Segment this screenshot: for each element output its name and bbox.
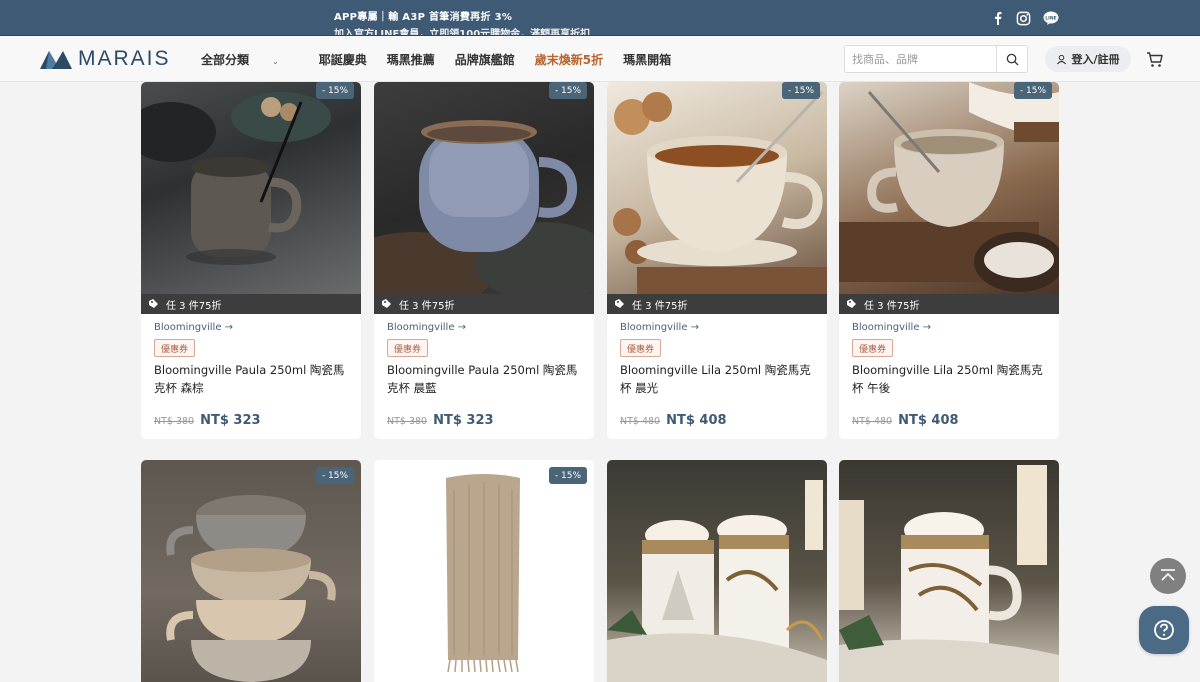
help-button[interactable]: [1139, 606, 1189, 654]
product-card[interactable]: [839, 460, 1059, 682]
discount-badge: - 15%: [316, 82, 354, 99]
brand-link[interactable]: Bloomingville →: [387, 322, 466, 333]
search-box: [844, 45, 1028, 73]
product-image[interactable]: [374, 82, 594, 312]
product-name[interactable]: Bloomingville Lila 250ml 陶瓷馬克杯 晨光: [620, 361, 818, 397]
brand-link[interactable]: Bloomingville →: [154, 322, 233, 333]
discount-badge: - 15%: [549, 82, 587, 99]
bundle-label: 任 3 件75折: [166, 300, 222, 312]
original-price: NT$ 380: [154, 416, 195, 427]
product-name[interactable]: Bloomingville Paula 250ml 陶瓷馬克杯 晨藍: [387, 361, 585, 397]
coupon-tag[interactable]: 優惠券: [620, 339, 662, 357]
product-card[interactable]: - 15%: [374, 460, 594, 682]
promo-text-next[interactable]: 加入官方LINE會員，立即領100元購物金，滿額再享折扣: [334, 25, 590, 35]
product-card[interactable]: [607, 460, 827, 682]
menu-unboxing[interactable]: 瑪黑開箱: [623, 51, 671, 68]
sale-price: NT$ 408: [898, 413, 959, 428]
line-icon[interactable]: LINE: [1043, 10, 1059, 26]
sale-price: NT$ 323: [433, 413, 494, 428]
product-image[interactable]: [607, 82, 827, 294]
search-input[interactable]: [845, 46, 997, 72]
bundle-offer[interactable]: 任 3 件75折: [374, 294, 594, 314]
original-price: NT$ 480: [620, 416, 661, 427]
menu-label: 全部分類: [201, 53, 250, 67]
logo-text: MARAIS: [78, 47, 171, 70]
tag-icon: [615, 299, 624, 308]
bundle-label: 任 3 件75折: [864, 300, 920, 312]
product-name[interactable]: Bloomingville Lila 250ml 陶瓷馬克杯 午後: [852, 361, 1050, 397]
search-button[interactable]: [996, 46, 1027, 72]
search-icon: [1006, 53, 1019, 66]
back-to-top-button[interactable]: [1150, 558, 1186, 594]
brand-link[interactable]: Bloomingville →: [620, 322, 699, 333]
brand-link[interactable]: Bloomingville →: [852, 322, 931, 333]
menu-year-end-sale[interactable]: 歲末煥新5折: [535, 51, 603, 68]
cart-icon[interactable]: [1146, 51, 1164, 68]
product-image[interactable]: [141, 460, 361, 682]
product-card[interactable]: - 15% 任 3 件75折 Bloomingville → 優惠券 Bloom…: [374, 82, 594, 439]
menu-brand-store[interactable]: 品牌旗艦館: [455, 51, 515, 68]
facebook-icon[interactable]: [990, 10, 1006, 26]
product-image[interactable]: [374, 460, 594, 682]
product-card[interactable]: - 15%: [141, 460, 361, 682]
sale-price: NT$ 408: [666, 413, 727, 428]
bundle-label: 任 3 件75折: [399, 300, 455, 312]
chevron-down-icon: ⌄: [272, 57, 279, 66]
product-name[interactable]: Bloomingville Paula 250ml 陶瓷馬克杯 森棕: [154, 361, 352, 397]
user-icon: [1057, 54, 1067, 64]
product-image[interactable]: [141, 82, 361, 294]
main-navbar: MARAIS 全部分類 ⌄ 耶誕慶典 瑪黑推薦 品牌旗艦館 歲末煥新5折 瑪黑開箱…: [0, 36, 1200, 82]
product-card[interactable]: - 15% 任 3 件75折 Bloomingville → 優惠券 Bloom…: [607, 82, 827, 439]
product-image[interactable]: [839, 460, 1059, 682]
discount-badge: - 15%: [316, 467, 354, 484]
svg-text:LINE: LINE: [1045, 15, 1056, 21]
menu-christmas[interactable]: 耶誕慶典: [319, 51, 367, 68]
product-image[interactable]: [839, 82, 1059, 294]
instagram-icon[interactable]: [1015, 10, 1031, 26]
login-label: 登入/註冊: [1071, 53, 1120, 66]
original-price: NT$ 380: [387, 416, 428, 427]
coupon-tag[interactable]: 優惠券: [154, 339, 196, 357]
promo-bar: APP專屬｜輸 A3P 首筆消費再折 3% 加入官方LINE會員，立即領100元…: [0, 0, 1200, 36]
tag-icon: [382, 299, 391, 308]
price-row: NT$ 380 NT$ 323: [387, 413, 494, 428]
original-price: NT$ 480: [852, 416, 893, 427]
arrow-up-icon: [1161, 569, 1175, 581]
tag-icon: [149, 299, 158, 308]
menu-all-categories[interactable]: 全部分類 ⌄: [201, 51, 299, 68]
price-row: NT$ 480 NT$ 408: [852, 413, 959, 428]
bundle-offer[interactable]: 任 3 件75折: [839, 294, 1059, 314]
logo-mark-icon: [40, 51, 72, 69]
price-row: NT$ 380 NT$ 323: [154, 413, 261, 428]
marais-logo[interactable]: MARAIS: [40, 47, 171, 70]
discount-badge: - 15%: [549, 467, 587, 484]
bundle-offer[interactable]: 任 3 件75折: [607, 294, 827, 314]
discount-badge: - 15%: [782, 82, 820, 99]
product-card[interactable]: - 15% 任 3 件75折 Bloomingville → 優惠券 Bloom…: [141, 82, 361, 439]
login-button[interactable]: 登入/註冊: [1045, 46, 1131, 72]
question-icon: [1154, 620, 1174, 640]
product-card[interactable]: - 15% 任 3 件75折 Bloomingville → 優惠券 Bloom…: [839, 82, 1059, 439]
sale-price: NT$ 323: [200, 413, 261, 428]
product-image[interactable]: [607, 460, 827, 682]
price-row: NT$ 480 NT$ 408: [620, 413, 727, 428]
menu-recommend[interactable]: 瑪黑推薦: [387, 51, 435, 68]
coupon-tag[interactable]: 優惠券: [387, 339, 429, 357]
coupon-tag[interactable]: 優惠券: [852, 339, 894, 357]
bundle-offer[interactable]: 任 3 件75折: [141, 294, 361, 314]
main-menu: 全部分類 ⌄ 耶誕慶典 瑪黑推薦 品牌旗艦館 歲末煥新5折 瑪黑開箱: [201, 51, 691, 68]
discount-badge: - 15%: [1014, 82, 1052, 99]
promo-text[interactable]: APP專屬｜輸 A3P 首筆消費再折 3%: [334, 8, 512, 23]
bundle-label: 任 3 件75折: [632, 300, 688, 312]
tag-icon: [847, 299, 856, 308]
